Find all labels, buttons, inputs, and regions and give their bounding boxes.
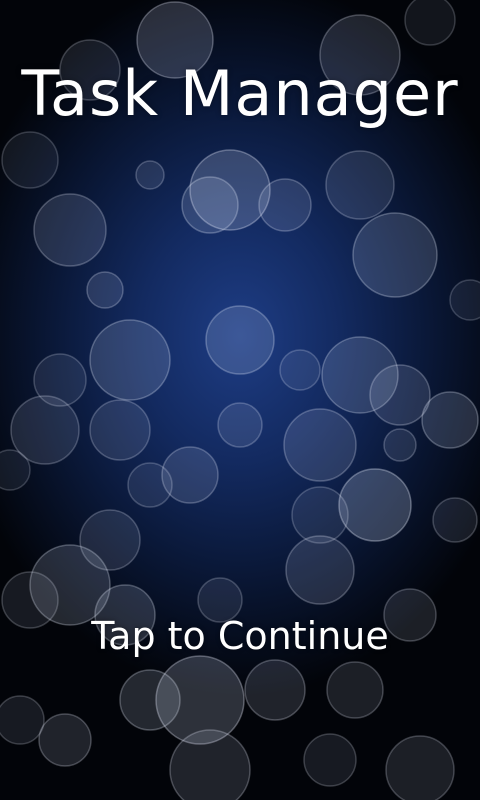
bokeh-circle	[291, 486, 349, 544]
bokeh-circle	[127, 462, 173, 508]
bokeh-circle	[352, 212, 438, 298]
bokeh-circle	[285, 535, 355, 605]
bokeh-circle	[119, 669, 181, 731]
bokeh-circle	[338, 468, 412, 542]
bokeh-circle	[369, 364, 431, 426]
bokeh-circle	[217, 402, 263, 448]
bokeh-circle	[89, 319, 171, 401]
app-title: Task Manager	[21, 57, 459, 130]
bokeh-circle	[89, 399, 151, 461]
bokeh-circle	[283, 408, 357, 482]
bokeh-circle	[385, 735, 455, 800]
bokeh-circle	[404, 0, 456, 46]
bokeh-circle	[0, 695, 45, 745]
bokeh-circle	[325, 150, 395, 220]
bokeh-circle	[303, 733, 357, 787]
bokeh-circle	[421, 391, 479, 449]
tap-to-continue-label[interactable]: Tap to Continue	[0, 610, 480, 662]
bokeh-circle	[135, 160, 165, 190]
bokeh-circle	[1, 131, 59, 189]
bokeh-circle	[205, 305, 275, 375]
bokeh-circle	[86, 271, 124, 309]
splash-screen[interactable]: Task Manager Tap to Continue	[0, 0, 480, 800]
bokeh-circle	[258, 178, 312, 232]
bokeh-circle	[38, 713, 92, 767]
bokeh-circle	[244, 659, 306, 721]
bokeh-circle	[181, 176, 239, 234]
bokeh-circle	[449, 279, 480, 321]
bokeh-circle	[326, 661, 384, 719]
bokeh-circle	[33, 193, 107, 267]
bokeh-circle	[169, 729, 251, 800]
bokeh-circle	[383, 428, 417, 462]
bokeh-circle	[279, 349, 321, 391]
bokeh-circle	[432, 497, 478, 543]
